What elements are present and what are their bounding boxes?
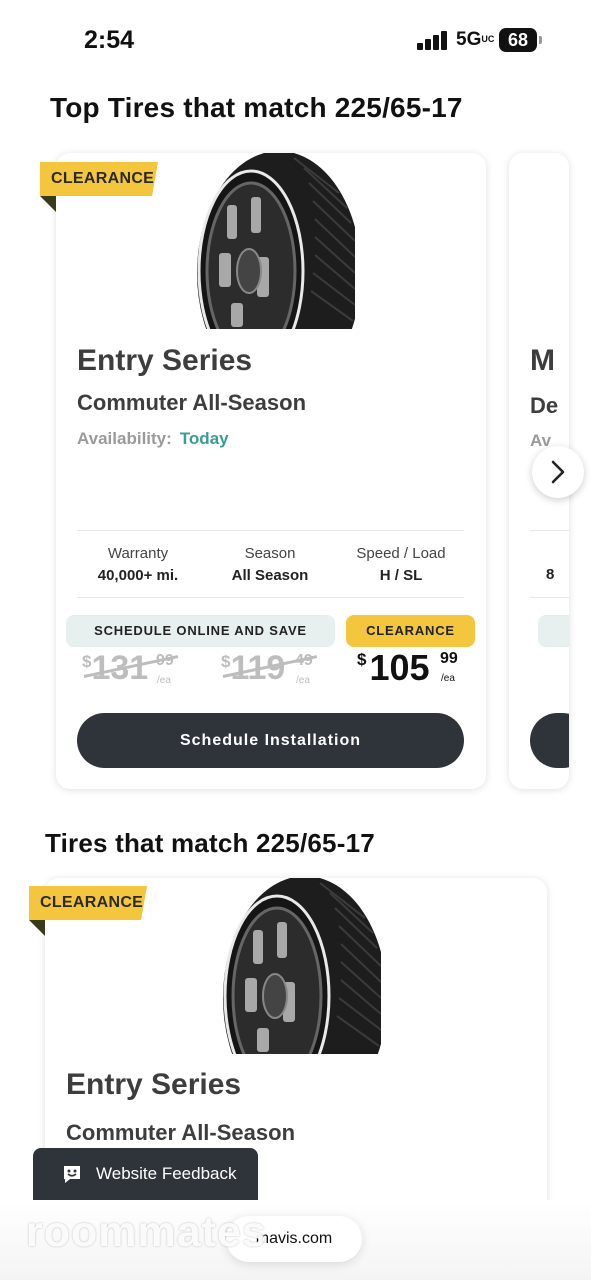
- status-bar: 2:54 5GUC 68: [0, 0, 591, 80]
- website-feedback-tab[interactable]: Website Feedback: [33, 1148, 258, 1200]
- next-card-divider: [530, 597, 569, 598]
- availability-value: Today: [179, 429, 229, 448]
- network-indicator: 5GUC: [456, 29, 495, 50]
- ribbon-fold: [40, 196, 56, 212]
- schedule-installation-button[interactable]: Schedule Installation: [77, 713, 464, 768]
- ribbon-fold: [29, 920, 45, 936]
- top-tires-title: Top Tires that match 225/65-17: [50, 92, 463, 123]
- status-time: 2:54: [84, 26, 135, 54]
- next-card-button[interactable]: [530, 713, 569, 768]
- price-sale: $119 49 /ea: [221, 649, 321, 687]
- next-card-promo: [538, 615, 569, 647]
- cellular-signal-icon: [417, 30, 449, 50]
- spec-label: Speed / Load: [356, 545, 446, 562]
- spec-value: 40,000+ mi.: [97, 567, 179, 584]
- tire-series-name: Entry Series: [66, 1068, 242, 1101]
- spec-value: H / SL: [379, 567, 423, 584]
- next-card-subtitle: De: [530, 393, 559, 418]
- tire-model-name: Commuter All-Season: [66, 1120, 296, 1145]
- spec-warranty: Warranty 40,000+ mi.: [73, 545, 203, 584]
- battery-icon: 68: [499, 28, 542, 52]
- clearance-price-badge: CLEARANCE: [346, 615, 475, 647]
- specs-divider-bottom: [77, 597, 464, 598]
- watermark-logo: roommates: [26, 1208, 267, 1256]
- tire-card-featured[interactable]: CLEARANCE Entry Series Commuter All-Seas…: [40, 153, 486, 789]
- feedback-label: Website Feedback: [96, 1164, 237, 1183]
- carousel-next-button[interactable]: [532, 446, 584, 498]
- tire-image: [197, 153, 355, 329]
- price-original: $131 99 /ea: [82, 649, 182, 687]
- matching-tires-title: Tires that match 225/65-17: [45, 828, 375, 858]
- specs-divider-top: [77, 530, 464, 531]
- spec-label: Warranty: [107, 545, 169, 562]
- spec-label: Season: [244, 545, 296, 562]
- spec-speed-load: Speed / Load H / SL: [336, 545, 466, 584]
- tire-image: [223, 878, 381, 1054]
- schedule-online-promo: SCHEDULE ONLINE AND SAVE: [66, 615, 335, 647]
- clearance-ribbon: CLEARANCE: [29, 886, 147, 920]
- next-card-divider: [530, 530, 569, 531]
- availability: Availability: Today: [77, 429, 229, 449]
- spec-season: Season All Season: [205, 545, 335, 584]
- spec-value: All Season: [231, 567, 309, 584]
- next-card-series: M: [530, 344, 555, 377]
- availability-label: Availability:: [77, 429, 172, 448]
- tire-series-name: Entry Series: [77, 344, 253, 377]
- chevron-right-icon: [551, 460, 565, 484]
- next-card-spec: 8: [546, 566, 555, 583]
- price-clearance: $105 99 /ea: [357, 647, 458, 688]
- tire-model-name: Commuter All-Season: [77, 390, 307, 415]
- clearance-ribbon: CLEARANCE: [40, 162, 158, 196]
- feedback-smile-icon: [64, 1166, 80, 1183]
